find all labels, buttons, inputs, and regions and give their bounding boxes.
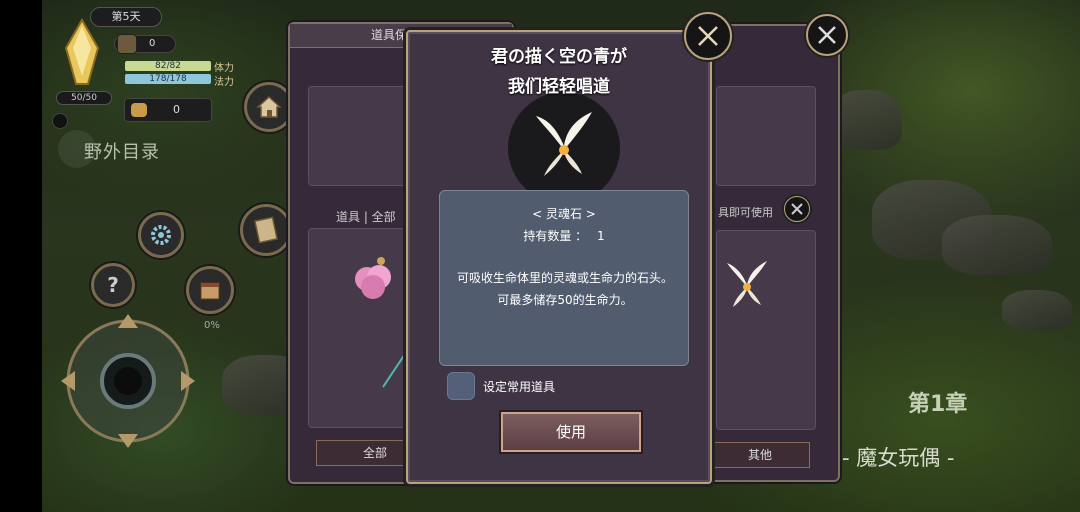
joystick[interactable]	[55, 308, 201, 454]
left-black-bar	[0, 0, 42, 512]
right-hint: 具即可使用	[718, 206, 773, 219]
coin-bag-icon	[131, 103, 147, 117]
pink-flower-icon	[355, 257, 391, 299]
item-list[interactable]	[308, 228, 418, 428]
item-description-box: < 灵魂石 > 持有数量 ： 1 可吸收生命体里的灵魂或生命力的石头。可最多储存…	[439, 190, 689, 366]
item-quantity: 持有数量 ： 1	[440, 227, 688, 244]
journal-button[interactable]	[240, 204, 292, 256]
book-icon	[254, 216, 278, 244]
close-dialog-button[interactable]	[684, 12, 732, 60]
crystal-icon	[58, 17, 106, 90]
mana-label: 法力	[214, 77, 234, 88]
mana-bar: 178/178	[125, 74, 211, 84]
right-slot[interactable]	[716, 86, 816, 186]
item-description: 可吸收生命体里的灵魂或生命力的石头。可最多储存50的生命力。	[456, 271, 673, 307]
calendar-button[interactable]	[186, 266, 234, 314]
calendar-percent: 0%	[204, 320, 220, 331]
wild-directory-button[interactable]: 野外目录	[84, 138, 160, 164]
tab-other[interactable]: 其他	[710, 442, 810, 468]
item-detail-dialog: 君の描く空の青が 我们轻轻唱道 < 灵魂石 > 持有数量 ： 1 可吸收生命体里…	[406, 30, 712, 484]
inventory-slot[interactable]	[308, 86, 418, 186]
quantity-label: 持有数量 ：	[523, 229, 588, 243]
settings-button[interactable]	[138, 212, 184, 258]
favorite-checkbox-label: 设定常用道具	[483, 380, 556, 394]
close-icon	[818, 26, 836, 44]
close-panel-button[interactable]	[806, 14, 848, 56]
gold-value: 0	[173, 103, 180, 116]
inventory-tab[interactable]: 道具 | 全部	[336, 208, 396, 225]
right-panel: 具即可使用 其他	[708, 24, 840, 482]
game-screen: 第5天 50/50 0 82/82 体力 178/178 法力 0 野外目录 ?…	[0, 0, 1080, 512]
chapter-title: 第1章	[908, 392, 968, 417]
quantity-value: 1	[597, 229, 605, 243]
gear-icon	[151, 225, 171, 245]
lyric-line-1: 君の描く空の青が	[491, 47, 627, 67]
soul-stone-icon	[727, 261, 767, 307]
status-dot	[52, 113, 68, 129]
item-name: < 灵魂石 >	[532, 207, 596, 221]
item-counter: 0	[114, 34, 176, 54]
hp-display: 50/50	[56, 91, 112, 105]
chapter-subtitle: - 魔女玩偶 -	[842, 446, 955, 470]
close-icon	[698, 26, 718, 46]
home-button[interactable]	[244, 82, 294, 132]
use-button[interactable]: 使用	[501, 412, 641, 452]
stamina-label: 体力	[214, 63, 234, 74]
favorite-checkbox[interactable]	[447, 372, 475, 400]
right-item-list[interactable]	[716, 230, 816, 430]
close-icon[interactable]	[784, 196, 810, 222]
home-icon	[256, 95, 282, 118]
soul-stone-icon	[536, 112, 592, 176]
item-preview	[508, 92, 620, 204]
lyric-line-2: 我们轻轻唱道	[508, 77, 610, 97]
calendar-icon	[200, 282, 220, 300]
map-icon	[117, 34, 137, 54]
stamina-bar: 82/82	[125, 61, 211, 71]
gold-counter: 0	[124, 98, 212, 122]
item-counter-value: 0	[149, 38, 156, 49]
help-button[interactable]: ?	[91, 263, 135, 307]
